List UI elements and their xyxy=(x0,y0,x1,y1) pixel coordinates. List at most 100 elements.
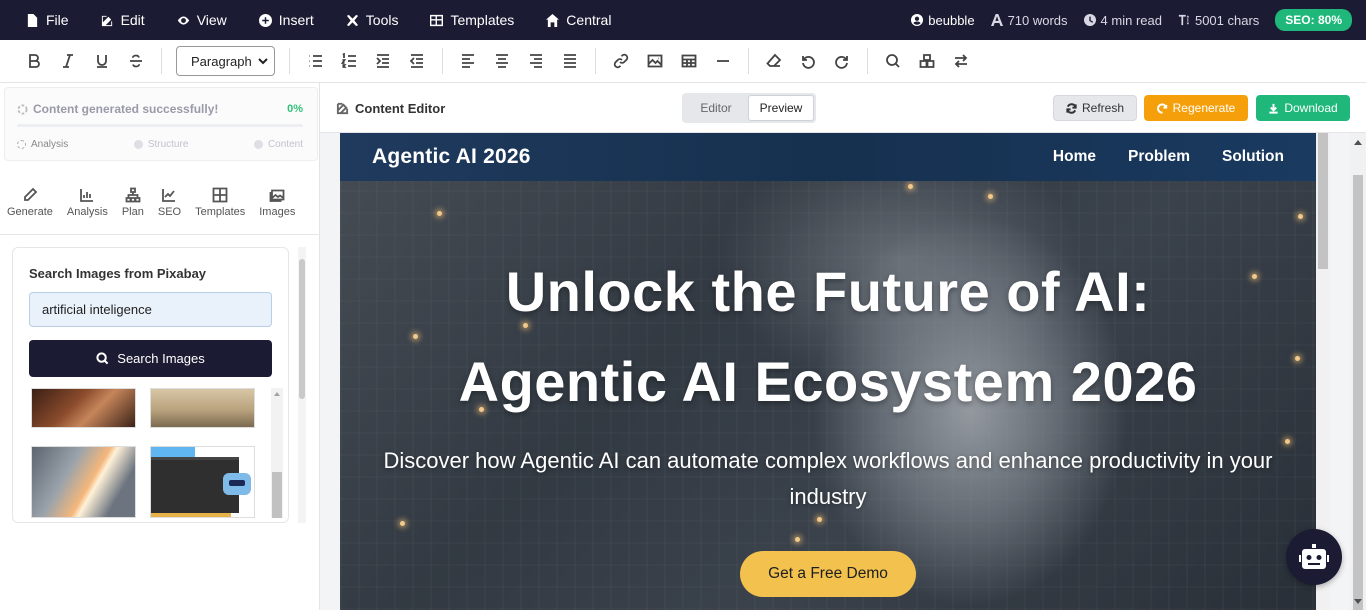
scroll-up-arrow-icon[interactable] xyxy=(274,392,280,396)
hero-title-line-2: Agentic AI Ecosystem 2026 xyxy=(458,350,1198,413)
tab-templates[interactable]: Templates xyxy=(188,183,252,225)
tab-images[interactable]: Images xyxy=(252,183,302,225)
scroll-down-arrow-icon[interactable] xyxy=(1354,599,1362,604)
horizontal-rule-button[interactable] xyxy=(706,46,740,76)
site-logo[interactable]: Agentic AI 2026 xyxy=(372,145,531,169)
scroll-up-arrow-icon[interactable] xyxy=(1354,140,1362,145)
nav-link-solution[interactable]: Solution xyxy=(1222,148,1284,166)
light-particle xyxy=(400,521,405,526)
regenerate-label: Regenerate xyxy=(1172,101,1236,115)
scrollbar-thumb[interactable] xyxy=(272,472,282,518)
insert-image-button[interactable] xyxy=(638,46,672,76)
align-left-button[interactable] xyxy=(451,46,485,76)
indent-button[interactable] xyxy=(366,46,400,76)
tab-generate[interactable]: Generate xyxy=(0,183,60,225)
redo-button[interactable] xyxy=(825,46,859,76)
italic-button[interactable] xyxy=(51,46,85,76)
tab-templates-label: Templates xyxy=(195,206,246,218)
image-results-scrollbar[interactable] xyxy=(271,388,283,518)
menu-edit[interactable]: Edit xyxy=(85,0,161,40)
preview-mode-button[interactable]: Preview xyxy=(748,95,814,121)
align-center-icon xyxy=(496,54,508,68)
italic-icon xyxy=(63,54,73,68)
image-result-thumbnail[interactable] xyxy=(150,446,255,518)
download-button[interactable]: Download xyxy=(1256,95,1350,121)
content-editor-title: Content Editor xyxy=(336,101,445,116)
spinner-icon xyxy=(17,103,28,115)
image-result-thumbnail[interactable] xyxy=(31,388,136,428)
toolbar-divider xyxy=(867,48,868,74)
scrollbar-thumb[interactable] xyxy=(299,259,305,399)
blocks-button[interactable] xyxy=(910,46,944,76)
scrollbar-thumb[interactable] xyxy=(1353,175,1363,610)
toolbar-divider xyxy=(748,48,749,74)
user-menu[interactable]: beubble xyxy=(911,13,975,28)
site-nav-links: Home Problem Solution xyxy=(1021,148,1284,166)
insert-link-button[interactable] xyxy=(604,46,638,76)
menu-tools[interactable]: Tools xyxy=(330,0,415,40)
clear-format-button[interactable] xyxy=(757,46,791,76)
exchange-icon xyxy=(954,54,968,68)
char-count-label: 5001 chars xyxy=(1194,12,1260,28)
preview-page: Agentic AI 2026 Home Problem Solution Un… xyxy=(340,133,1316,610)
scrollbar-thumb[interactable] xyxy=(1318,133,1328,269)
image-search-input[interactable] xyxy=(29,292,272,327)
image-result-thumbnail[interactable] xyxy=(150,388,255,428)
menu-insert[interactable]: Insert xyxy=(243,0,330,40)
thumbnail-stand xyxy=(151,513,231,517)
read-time: 4 min read xyxy=(1083,13,1162,28)
numbered-list-button[interactable] xyxy=(332,46,366,76)
outdent-button[interactable] xyxy=(400,46,434,76)
content-editor-title-text: Content Editor xyxy=(355,101,446,116)
bullet-list-button[interactable] xyxy=(298,46,332,76)
tab-images-label: Images xyxy=(259,206,296,218)
menu-file[interactable]: File xyxy=(10,0,85,40)
step-label: Structure xyxy=(147,139,189,150)
eye-icon xyxy=(177,15,189,25)
search-images-button[interactable]: Search Images xyxy=(29,340,272,377)
tab-seo[interactable]: SEO xyxy=(151,183,188,225)
regenerate-button[interactable]: Regenerate xyxy=(1144,95,1248,121)
generation-status-card: Content generated successfully! 0% Analy… xyxy=(4,87,318,161)
file-icon xyxy=(27,13,38,27)
search-images-label: Search Images xyxy=(117,351,205,366)
underline-button[interactable] xyxy=(85,46,119,76)
undo-button[interactable] xyxy=(791,46,825,76)
user-icon xyxy=(911,14,924,26)
nav-link-problem[interactable]: Problem xyxy=(1128,148,1190,166)
sitemap-icon xyxy=(125,187,141,203)
find-button[interactable] xyxy=(876,46,910,76)
edit-icon xyxy=(336,102,349,115)
step-content: Content xyxy=(253,139,303,150)
redo-icon xyxy=(835,56,848,69)
left-panel-scrollbar[interactable] xyxy=(298,247,306,523)
toolbar-divider xyxy=(442,48,443,74)
bullet-list-icon xyxy=(309,55,322,67)
align-center-button[interactable] xyxy=(485,46,519,76)
step-dot xyxy=(133,140,143,149)
chatbot-button[interactable] xyxy=(1286,529,1342,585)
bold-button[interactable] xyxy=(17,46,51,76)
editor-mode-button[interactable]: Editor xyxy=(684,95,748,121)
light-particle xyxy=(795,537,800,542)
tab-analysis[interactable]: Analysis xyxy=(60,183,115,225)
block-format-select[interactable]: Paragraph xyxy=(176,46,275,76)
page-scrollbar[interactable] xyxy=(1350,133,1366,610)
menu-view[interactable]: View xyxy=(161,0,243,40)
insert-table-button[interactable] xyxy=(672,46,706,76)
block-format-value: Paragraph xyxy=(191,53,252,69)
format-toolbar: Paragraph xyxy=(0,40,1366,83)
tab-plan[interactable]: Plan xyxy=(115,183,151,225)
step-structure: Structure xyxy=(133,139,189,150)
minus-icon xyxy=(717,60,729,62)
replace-button[interactable] xyxy=(944,46,978,76)
refresh-button[interactable]: Refresh xyxy=(1053,95,1137,121)
menu-central[interactable]: Central xyxy=(530,0,627,40)
get-free-demo-button[interactable]: Get a Free Demo xyxy=(740,551,916,597)
align-right-button[interactable] xyxy=(519,46,553,76)
strikethrough-button[interactable] xyxy=(119,46,153,76)
nav-link-home[interactable]: Home xyxy=(1053,148,1096,166)
align-justify-button[interactable] xyxy=(553,46,587,76)
image-result-thumbnail[interactable] xyxy=(31,446,136,518)
menu-templates[interactable]: Templates xyxy=(414,0,530,40)
